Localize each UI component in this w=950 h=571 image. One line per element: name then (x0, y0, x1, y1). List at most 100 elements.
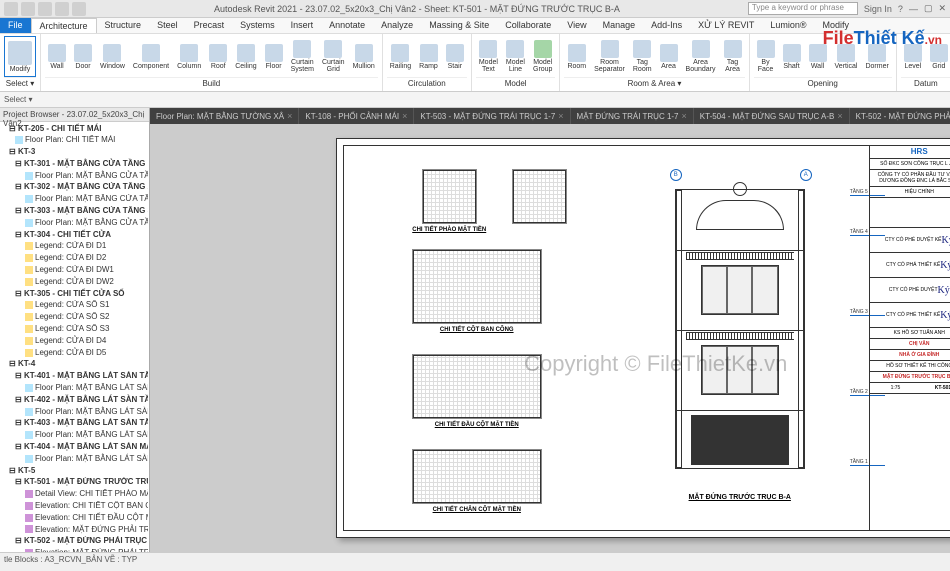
tab-steel[interactable]: Steel (149, 18, 186, 33)
tree-item[interactable]: Floor Plan: MẶT BẰNG LÁT SÀN T... (1, 430, 148, 442)
tab-manage[interactable]: Manage (595, 18, 644, 33)
roof-button[interactable]: Roof (206, 36, 230, 77)
tree-item[interactable]: Floor Plan: CHI TIẾT MÁI (1, 135, 148, 147)
close-tab-icon[interactable]: × (558, 111, 563, 121)
tree-item[interactable]: Elevation: CHI TIẾT CỘT BAN CON (1, 501, 148, 513)
floor-button[interactable]: Floor (262, 36, 286, 77)
tree-item[interactable]: ⊟ KT-305 - CHI TIẾT CỬA SỐ (1, 288, 148, 300)
tree-item[interactable]: ⊟ KT-401 - MẶT BẰNG LÁT SÀN TẦNG 1 (1, 371, 148, 383)
wall-button[interactable]: Wall (45, 36, 69, 77)
tree-item[interactable]: Legend: CỬA ĐI DW1 (1, 265, 148, 277)
maximize-icon[interactable]: ▢ (924, 3, 933, 14)
tree-item[interactable]: Legend: CỬA ĐI D5 (1, 347, 148, 359)
railing-button[interactable]: Railing (387, 36, 414, 77)
room-button[interactable]: Room (564, 36, 589, 77)
tree-item[interactable]: Detail View: CHI TIẾT PHÀO MẶT (1, 489, 148, 501)
tree-item[interactable]: Legend: CỬA ĐI DW2 (1, 276, 148, 288)
close-tab-icon[interactable]: × (287, 111, 292, 121)
expand-icon[interactable]: ⊟ (15, 477, 24, 486)
drawing-viewport[interactable]: B A TẦNG 1 TẦNG 2 TẦNG 3 TẦNG 4 TẦNG 5 M… (150, 124, 950, 552)
tree-item[interactable]: Floor Plan: MẶT BẰNG CỬA TẦNG (1, 194, 148, 206)
component-button[interactable]: Component (130, 36, 172, 77)
minimize-icon[interactable]: — (909, 4, 918, 14)
tab-addins[interactable]: Add-Ins (643, 18, 690, 33)
close-icon[interactable]: ✕ (938, 3, 946, 14)
shaft-button[interactable]: Shaft (780, 36, 804, 77)
tab-architecture[interactable]: Architecture (31, 18, 97, 33)
tag-area-button[interactable]: Tag Area (721, 36, 745, 77)
tree-item[interactable]: Floor Plan: MẶT BẰNG LÁT SÀN T... (1, 383, 148, 395)
window-button[interactable]: Window (97, 36, 128, 77)
tab-structure[interactable]: Structure (97, 18, 150, 33)
view-tab[interactable]: KT-504 - MẶT ĐỨNG SAU TRỤC A-B× (694, 108, 850, 124)
help-icon[interactable]: ? (898, 4, 903, 14)
by-face-button[interactable]: By Face (754, 36, 778, 77)
tree-item[interactable]: ⊟ KT-3 (1, 147, 148, 159)
tree-item[interactable]: Floor Plan: MẶT BẰNG LÁT SÀN ... (1, 453, 148, 465)
area-button[interactable]: Area (657, 36, 681, 77)
tree-item[interactable]: ⊟ KT-4 (1, 359, 148, 371)
search-input[interactable]: Type a keyword or phrase (748, 2, 858, 15)
tree-item[interactable]: ⊟ KT-302 - MẶT BẰNG CỬA TẦNG 2 (1, 182, 148, 194)
signin-link[interactable]: Sign In (864, 4, 892, 14)
tab-view[interactable]: View (559, 18, 594, 33)
tab-lumion[interactable]: Lumion® (762, 18, 814, 33)
ceiling-button[interactable]: Ceiling (232, 36, 259, 77)
curtain-system-button[interactable]: Curtain System (288, 36, 317, 77)
expand-icon[interactable]: ⊟ (9, 147, 18, 156)
tab-collaborate[interactable]: Collaborate (497, 18, 559, 33)
expand-icon[interactable]: ⊟ (9, 466, 18, 475)
expand-icon[interactable]: ⊟ (9, 359, 18, 368)
tree-item[interactable]: Legend: CỬA ĐI D2 (1, 253, 148, 265)
expand-icon[interactable]: ⊟ (15, 289, 24, 298)
door-button[interactable]: Door (71, 36, 95, 77)
close-tab-icon[interactable]: × (402, 111, 407, 121)
view-tab[interactable]: KT-502 - MẶT ĐỨNG PHẢI TRỤC 7-1× (850, 108, 950, 124)
view-tab[interactable]: KT-503 - MẶT ĐỨNG TRÁI TRỤC 1-7× (414, 108, 570, 124)
view-tab[interactable]: KT-108 - PHỐI CẢNH MÁI× (299, 108, 414, 124)
tree-item[interactable]: Elevation: CHI TIẾT ĐẦU CỘT MẶ (1, 512, 148, 524)
tag-room-button[interactable]: Tag Room (630, 36, 655, 77)
tree-item[interactable]: ⊟ KT-205 - CHI TIẾT MÁI (1, 123, 148, 135)
expand-icon[interactable]: ⊟ (15, 418, 24, 427)
curtain-grid-button[interactable]: Curtain Grid (319, 36, 348, 77)
expand-icon[interactable]: ⊟ (15, 395, 24, 404)
expand-icon[interactable]: ⊟ (15, 536, 24, 545)
tab-systems[interactable]: Systems (232, 18, 283, 33)
model-text-button[interactable]: Model Text (476, 36, 501, 77)
view-tab[interactable]: MẶT ĐỨNG TRÁI TRỤC 1-7× (571, 108, 694, 124)
tab-annotate[interactable]: Annotate (321, 18, 373, 33)
tab-xlrevit[interactable]: XỬ LÝ REVIT (690, 18, 762, 33)
qat-open[interactable] (21, 2, 35, 16)
tree-item[interactable]: Legend: CỬA SỐ S2 (1, 312, 148, 324)
close-tab-icon[interactable]: × (682, 111, 687, 121)
expand-icon[interactable]: ⊟ (15, 230, 24, 239)
expand-icon[interactable]: ⊟ (9, 124, 18, 133)
qat-redo[interactable] (72, 2, 86, 16)
room-separator-button[interactable]: Room Separator (591, 36, 628, 77)
tree-item[interactable]: Floor Plan: MẶT BẰNG LÁT SÀN T... (1, 406, 148, 418)
expand-icon[interactable]: ⊟ (15, 371, 24, 380)
tree-item[interactable]: ⊟ KT-5 (1, 465, 148, 477)
expand-icon[interactable]: ⊟ (15, 206, 24, 215)
tree-item[interactable]: Elevation: MẶT ĐỨNG PHẢI TRỤC (1, 548, 148, 552)
view-tab[interactable]: Floor Plan: MẶT BẰNG TƯỜNG XÂ× (150, 108, 299, 124)
tree-item[interactable]: Legend: CỬA ĐI D1 (1, 241, 148, 253)
expand-icon[interactable]: ⊟ (15, 159, 24, 168)
tree-item[interactable]: Legend: CỬA SỐ S1 (1, 300, 148, 312)
modify-button[interactable]: Modify (4, 36, 36, 77)
column-button[interactable]: Column (174, 36, 204, 77)
tree-item[interactable]: ⊟ KT-304 - CHI TIẾT CỬA (1, 229, 148, 241)
mullion-button[interactable]: Mullion (350, 36, 378, 77)
expand-icon[interactable]: ⊟ (15, 182, 24, 191)
qat-save[interactable] (38, 2, 52, 16)
close-tab-icon[interactable]: × (837, 111, 842, 121)
tree-item[interactable]: ⊟ KT-303 - MẶT BẰNG CỬA TẦNG 3 (1, 206, 148, 218)
browser-tree[interactable]: ⊟ KT-205 - CHI TIẾT MÁIFloor Plan: CHI T… (0, 122, 149, 552)
tree-item[interactable]: Legend: CỬA ĐI D4 (1, 335, 148, 347)
tree-item[interactable]: Floor Plan: MẶT BẰNG CỬA TẦNG (1, 217, 148, 229)
tree-item[interactable]: ⊟ KT-301 - MẶT BẰNG CỬA TẦNG 1 (1, 158, 148, 170)
tree-item[interactable]: ⊟ KT-402 - MẶT BẰNG LÁT SÀN TẦNG 2 (1, 394, 148, 406)
tab-massingsite[interactable]: Massing & Site (421, 18, 497, 33)
tree-item[interactable]: Legend: CỬA SỐ S3 (1, 324, 148, 336)
